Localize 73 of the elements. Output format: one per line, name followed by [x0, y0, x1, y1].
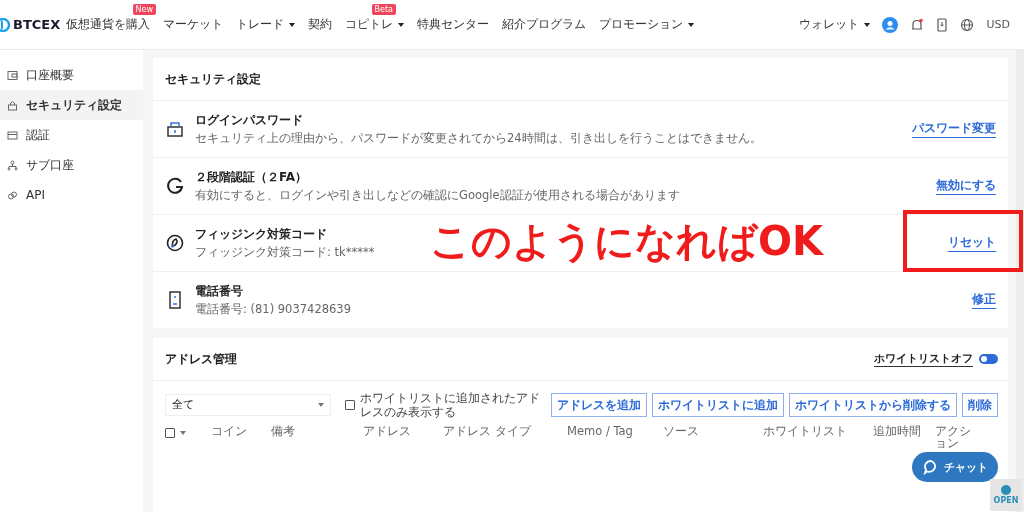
caret-icon: [289, 22, 295, 27]
sidebar-icon: [7, 159, 18, 171]
checkbox[interactable]: [165, 427, 175, 438]
bell-icon[interactable]: [910, 17, 925, 32]
caret-icon: [688, 22, 694, 27]
setting-description: セキュリティ上の理由から、パスワードが変更されてから24時間は、引き出しを行うことはできません。: [195, 131, 762, 146]
column-header: 追加時間: [873, 424, 922, 438]
column-header: アドレス: [363, 424, 412, 438]
setting-link[interactable]: パスワード変更: [912, 120, 996, 138]
badge: Beta: [371, 4, 396, 15]
currency-selector[interactable]: USD: [986, 18, 1010, 31]
setting-description: 有効にすると、ログインや引き出しなどの確認にGoogle認証が使用される場合があります: [195, 188, 680, 203]
logo-text[interactable]: BTCEX: [13, 17, 61, 32]
avatar-icon[interactable]: [882, 16, 899, 33]
row-icon: [165, 233, 185, 253]
nav-link[interactable]: トレード: [236, 16, 295, 33]
chat-icon: [922, 459, 939, 475]
outline-button[interactable]: アドレスを追加: [551, 393, 647, 418]
row-icon: [165, 176, 185, 196]
setting-link[interactable]: 修正: [972, 291, 996, 309]
setting-title: 電話番号: [195, 283, 244, 300]
nav-link[interactable]: コピトレ: [345, 16, 404, 33]
nav-link[interactable]: 特典センター: [417, 16, 489, 33]
sidebar-item[interactable]: セキュリティ設定: [0, 90, 143, 120]
logo-icon: [999, 485, 1013, 495]
column-header: 備考: [271, 424, 296, 438]
column-header: コイン: [211, 424, 248, 438]
wallet-menu[interactable]: ウォレット: [799, 16, 871, 33]
setting-title: フィッジンク対策コード: [195, 226, 328, 243]
checkbox-label: ホワイトリストに追加されたアドレスのみ表示する: [360, 391, 541, 420]
sidebar-item[interactable]: 認証: [0, 120, 143, 150]
chat-button[interactable]: チャット: [912, 452, 998, 482]
logo-icon: [0, 17, 10, 32]
nav-link[interactable]: プロモーション: [599, 16, 694, 33]
setting-description: フィッジンク対策コード: tk*****: [195, 245, 375, 260]
filter-dropdown[interactable]: 全て: [165, 394, 331, 417]
row-icon: [165, 119, 185, 139]
section-title: セキュリティ設定: [153, 58, 1008, 101]
nav-link[interactable]: 紹介プログラム: [502, 16, 586, 33]
sidebar-icon: [7, 99, 18, 111]
sidebar-icon: [7, 189, 18, 201]
column-header: ホワイトリスト: [763, 424, 848, 438]
outline-button[interactable]: 削除: [962, 393, 998, 418]
nav-link[interactable]: 契約: [308, 16, 332, 33]
globe-icon[interactable]: [960, 17, 975, 32]
caret-icon[interactable]: [180, 430, 186, 435]
setting-link[interactable]: リセット: [948, 234, 996, 252]
sidebar-icon: [7, 129, 18, 141]
column-header: アクション: [935, 424, 972, 451]
sidebar-item[interactable]: サブ口座: [0, 150, 143, 180]
setting-description: 電話番号: (81) 9037428639: [195, 302, 351, 317]
setting-title: ２段階認証（２FA）: [195, 169, 309, 186]
badge: New: [132, 4, 156, 15]
column-header: Memo / Tag: [567, 424, 634, 438]
phone-icon[interactable]: [936, 17, 949, 32]
sidebar-item[interactable]: 口座概要: [0, 60, 143, 90]
setting-link[interactable]: 無効にする: [936, 177, 996, 195]
sidebar-item[interactable]: API: [0, 180, 143, 210]
checkbox[interactable]: [345, 400, 355, 411]
caret-icon: [398, 22, 404, 27]
setting-title: ログインパスワード: [195, 112, 304, 129]
section-title: アドレス管理: [165, 350, 237, 368]
sidebar-icon: [7, 69, 18, 81]
toggle-switch[interactable]: [979, 354, 998, 364]
outline-button[interactable]: ホワイトリストに追加: [652, 393, 784, 418]
caret-icon: [864, 22, 871, 27]
column-header: アドレス タイプ: [443, 424, 533, 438]
nav-link[interactable]: 仮想通貨を購入: [66, 16, 150, 33]
column-header: ソース: [663, 424, 700, 438]
annotation-text: このようになればOK: [430, 217, 823, 266]
toggle-label: ホワイトリストオフ: [874, 351, 973, 367]
outline-button[interactable]: ホワイトリストから削除する: [789, 393, 957, 418]
nav-link[interactable]: マーケット: [163, 16, 223, 33]
